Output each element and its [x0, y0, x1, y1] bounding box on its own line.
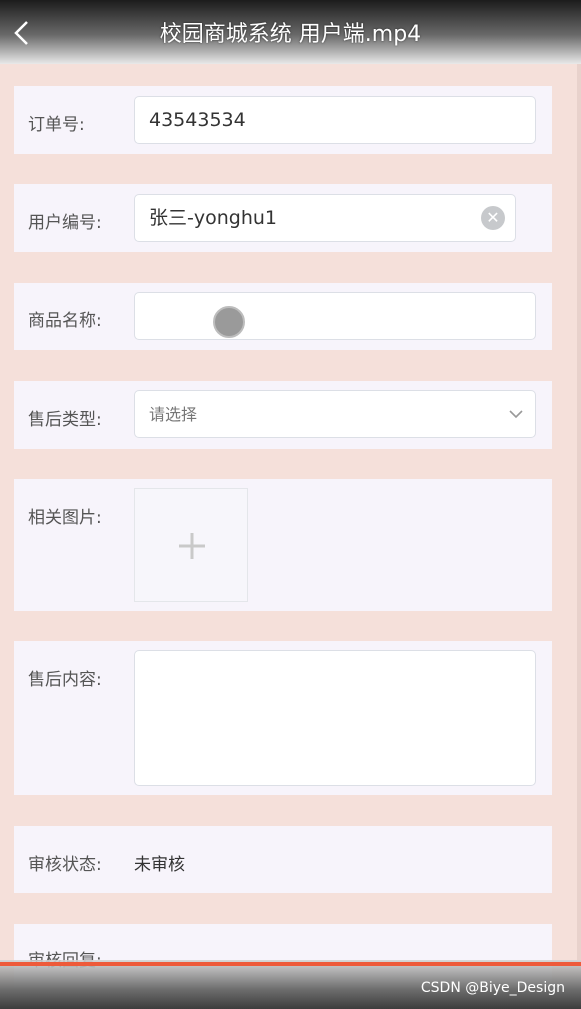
review-status-value: 未审核	[134, 855, 185, 875]
images-row: 相关图片:	[14, 479, 552, 611]
order-no-label: 订单号:	[28, 115, 85, 135]
user-no-value: 张三-yonghu1	[149, 207, 277, 229]
video-title-bar: 校园商城系统 用户端.mp4	[0, 0, 581, 64]
scrollbar[interactable]	[577, 64, 581, 960]
aftersale-type-placeholder: 请选择	[149, 405, 198, 424]
review-status-label: 审核状态:	[28, 855, 102, 875]
user-no-input[interactable]: 张三-yonghu1 ✕	[134, 194, 516, 242]
order-no-row: 订单号: 43543534	[14, 86, 552, 154]
aftersale-type-select[interactable]: 请选择	[134, 390, 536, 438]
clear-icon[interactable]: ✕	[481, 206, 505, 230]
aftersale-type-row: 售后类型: 请选择	[14, 381, 552, 449]
user-no-row: 用户编号: 张三-yonghu1 ✕	[14, 184, 552, 252]
content-label: 售后内容:	[28, 670, 102, 690]
content-row: 售后内容:	[14, 641, 552, 795]
product-name-input[interactable]	[134, 292, 536, 340]
images-label: 相关图片:	[28, 508, 102, 528]
review-status-row: 审核状态: 未审核	[14, 826, 552, 893]
aftersale-type-label: 售后类型:	[28, 410, 102, 430]
product-name-label: 商品名称:	[28, 311, 102, 331]
plus-icon	[179, 533, 205, 559]
touch-cursor	[213, 306, 245, 338]
order-no-input[interactable]: 43543534	[134, 96, 536, 144]
user-no-label: 用户编号:	[28, 213, 102, 233]
order-no-value: 43543534	[149, 109, 246, 131]
content-textarea[interactable]	[134, 650, 536, 786]
video-progress-bar[interactable]	[0, 962, 581, 966]
page-title: 校园商城系统 用户端.mp4	[159, 22, 422, 47]
chevron-down-icon	[509, 410, 523, 419]
image-upload-button[interactable]	[134, 488, 248, 602]
product-name-row: 商品名称:	[14, 283, 552, 350]
watermark: CSDN @Biye_Design	[420, 980, 565, 996]
